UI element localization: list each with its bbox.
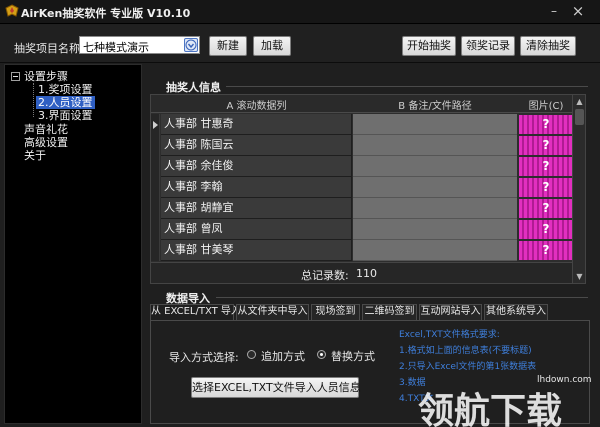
row-selector [151,219,160,240]
photo-placeholder-icon[interactable]: ? [519,115,573,134]
cell-name[interactable]: 人事部 李翰 [161,177,352,198]
table-header: A 滚动数据列 B 备注/文件路径 图片(C) [151,95,573,113]
column-header-b[interactable]: B 备注/文件路径 [353,97,517,112]
import-mode-label: 导入方式选择: [169,351,239,364]
cell-note[interactable] [353,135,517,156]
table-row[interactable]: 人事部 甘惠奇 ? [151,114,573,135]
window-title: AirKen抽奖软件 专业版 V10.10 [21,7,191,20]
scroll-thumb[interactable] [575,109,584,125]
total-records-label: 总记录数: [301,269,349,282]
row-selector [151,177,160,198]
tree-item-advanced-settings[interactable]: 高级设置 [24,136,68,149]
cell-note[interactable] [353,198,517,219]
cell-name[interactable]: 人事部 胡静宜 [161,198,352,219]
cell-name[interactable]: 人事部 余佳俊 [161,156,352,177]
load-button[interactable]: 加载 [253,36,291,56]
format-info-line: 2.只导入Excel文件的第1张数据表 [399,362,537,372]
scroll-down-icon[interactable]: ▼ [574,271,585,282]
project-name-label: 抽奖项目名称 [14,42,80,55]
new-button[interactable]: 新建 [209,36,247,56]
clear-draw-button[interactable]: 清除抽奖 [520,36,576,56]
group-divider [226,86,588,87]
cell-note[interactable] [353,219,517,240]
photo-placeholder-icon[interactable]: ? [519,220,573,239]
table-row[interactable]: 人事部 甘美琴 ? [151,240,573,261]
cell-note[interactable] [353,156,517,177]
format-info-line: 1.格式如上面的信息表(不要标题) [399,346,532,356]
row-selector-icon [151,114,160,135]
row-selector [151,156,160,177]
group-divider [216,297,588,298]
cell-note[interactable] [353,240,517,261]
settings-tree: 设置步骤 1.奖项设置 2.人员设置 3.界面设置 声音礼花 高级设置 关于 [4,64,142,424]
tree-item-people-settings[interactable]: 2.人员设置 [36,96,95,109]
photo-placeholder-icon[interactable]: ? [519,199,573,218]
project-select[interactable]: 七种模式演示 [79,36,200,54]
tab-folder-import[interactable]: 从文件夹中导入 [236,304,309,320]
tab-other-system-import[interactable]: 其他系统导入 [484,304,548,320]
column-header-c[interactable]: 图片(C) [519,97,573,112]
participant-table: A 滚动数据列 B 备注/文件路径 图片(C) 人事部 甘惠奇 ? 人事部 陈国… [150,94,586,284]
photo-placeholder-icon[interactable]: ? [519,178,573,197]
append-mode-label[interactable]: 追加方式 [261,348,305,364]
row-selector [151,240,160,261]
tree-connector [33,83,34,117]
select-file-import-button[interactable]: 选择EXCEL,TXT文件导入人员信息 [191,377,361,398]
tab-website-import[interactable]: 互动网站导入 [419,304,482,320]
cell-name[interactable]: 人事部 甘美琴 [161,240,352,261]
tree-item-sound-fireworks[interactable]: 声音礼花 [24,123,68,136]
table-row[interactable]: 人事部 曾凤 ? [151,219,573,240]
photo-placeholder-icon[interactable]: ? [519,241,573,260]
cell-note[interactable] [353,177,517,198]
replace-mode-label[interactable]: 替换方式 [331,348,375,364]
replace-mode-radio[interactable] [317,350,326,359]
cell-name[interactable]: 人事部 甘惠奇 [161,114,352,135]
toolbar: 抽奖项目名称 七种模式演示 新建 加载 开始抽奖 领奖记录 清除抽奖 [0,25,600,63]
project-select-value: 七种模式演示 [83,41,149,54]
table-row[interactable]: 人事部 陈国云 ? [151,135,573,156]
tree-item-ui-settings[interactable]: 3.界面设置 [38,109,93,122]
total-records-value: 110 [356,267,377,280]
row-selector [151,135,160,156]
main-panel: 抽奖人信息 A 滚动数据列 B 备注/文件路径 图片(C) 人事部 甘惠奇 ? … [146,64,598,427]
app-logo-icon [5,4,19,17]
tab-excel-txt-import[interactable]: 从 EXCEL/TXT 导入 [150,304,241,321]
import-tabs: 从 EXCEL/TXT 导入 从文件夹中导入 现场签到 二维码签到 互动网站导入… [150,304,590,321]
participant-info-title: 抽奖人信息 [166,81,221,94]
row-selector [151,198,160,219]
tree-item-prize-settings[interactable]: 1.奖项设置 [38,83,93,96]
cell-name[interactable]: 人事部 陈国云 [161,135,352,156]
collapse-icon[interactable] [11,72,20,81]
scroll-up-icon[interactable]: ▲ [574,96,585,107]
photo-placeholder-icon[interactable]: ? [519,157,573,176]
close-button[interactable]: × [570,4,586,19]
dropdown-arrow-icon[interactable] [184,38,198,52]
minimize-button[interactable]: – [546,4,562,18]
start-draw-button[interactable]: 开始抽奖 [402,36,456,56]
tab-qrcode-checkin[interactable]: 二维码签到 [362,304,417,320]
tree-item-about[interactable]: 关于 [24,149,46,162]
tree-item-setup-steps[interactable]: 设置步骤 [24,70,68,83]
title-bar: AirKen抽奖软件 专业版 V10.10 – × [0,0,600,24]
cell-note[interactable] [353,114,517,135]
column-header-a[interactable]: A 滚动数据列 [161,97,352,112]
photo-placeholder-icon[interactable]: ? [519,136,573,155]
table-scrollbar[interactable]: ▲ ▼ [572,95,585,283]
prize-records-button[interactable]: 领奖记录 [461,36,515,56]
table-row[interactable]: 人事部 胡静宜 ? [151,198,573,219]
tab-onsite-checkin[interactable]: 现场签到 [311,304,360,320]
table-row[interactable]: 人事部 余佳俊 ? [151,156,573,177]
table-row[interactable]: 人事部 李翰 ? [151,177,573,198]
cell-name[interactable]: 人事部 曾凤 [161,219,352,240]
watermark-brand: 领航下载 [418,391,563,427]
format-info-line: Excel,TXT文件格式要求: [399,330,500,340]
table-footer: 总记录数: 110 [151,262,573,283]
append-mode-radio[interactable] [247,350,256,359]
